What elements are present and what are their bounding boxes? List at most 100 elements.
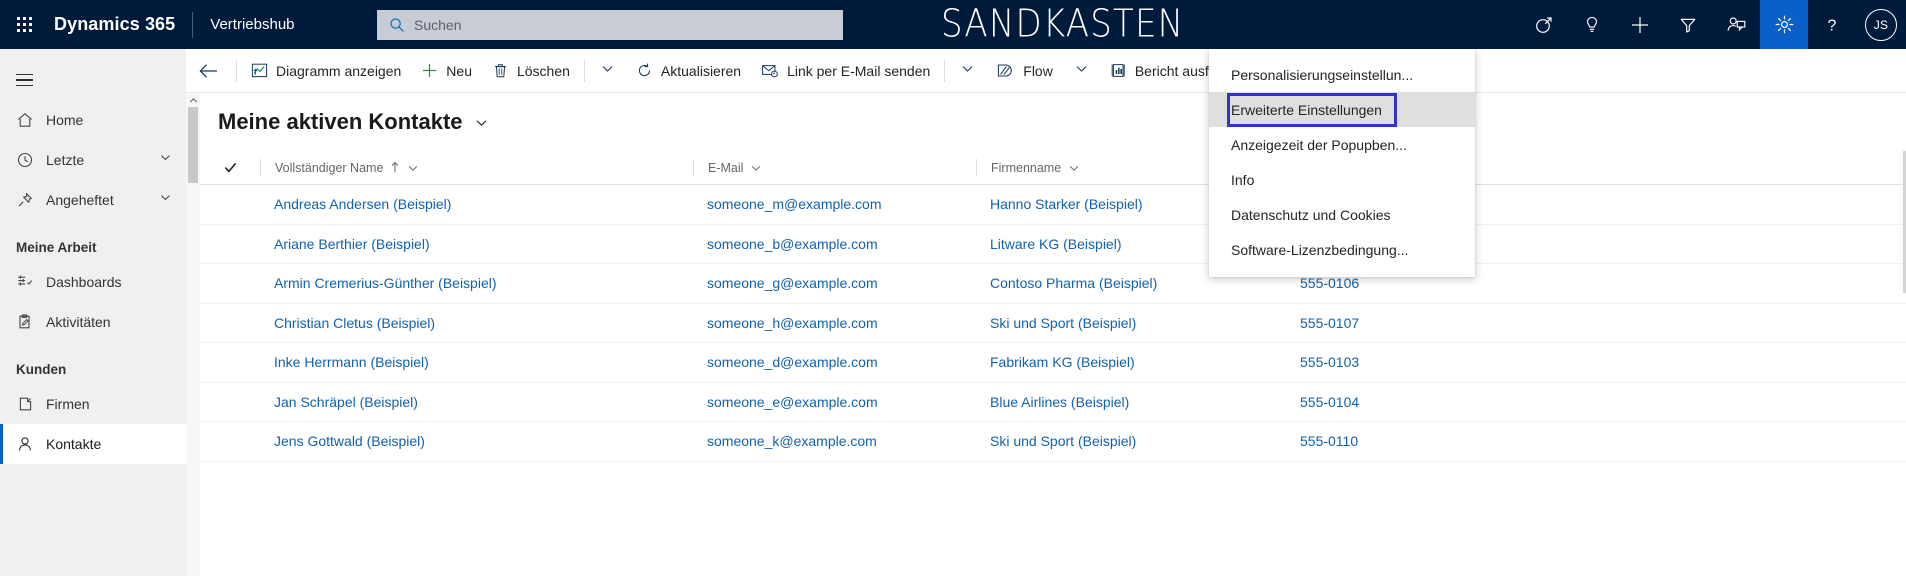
command-email-overflow[interactable] (949, 49, 986, 93)
command-delete[interactable]: Löschen (482, 49, 580, 93)
cell-phone[interactable]: 555-0103 (1286, 354, 1546, 370)
sidebar-item-contacts[interactable]: Kontakte (0, 424, 186, 464)
scroll-thumb[interactable] (188, 107, 198, 183)
sidebar-item-label: Firmen (46, 396, 90, 412)
company-icon (16, 395, 38, 413)
cell-email[interactable]: someone_h@example.com (693, 315, 976, 331)
cell-phone[interactable]: 555-0107 (1286, 315, 1546, 331)
column-label: Firmenname (991, 160, 1062, 175)
ideas-button[interactable] (1568, 0, 1616, 49)
scroll-up-button[interactable] (186, 93, 200, 107)
command-delete-overflow[interactable] (589, 49, 626, 93)
cell-company[interactable]: Fabrikam KG (Beispiel) (976, 354, 1286, 370)
command-flow-overflow[interactable] (1063, 49, 1100, 93)
chevron-down-icon[interactable] (159, 151, 172, 169)
sidebar-item-pinned[interactable]: Angeheftet (0, 180, 186, 220)
plus-icon (1629, 14, 1651, 36)
cell-company[interactable]: Contoso Pharma (Beispiel) (976, 275, 1286, 291)
cell-name[interactable]: Armin Cremerius-Günther (Beispiel) (260, 275, 693, 291)
assistant-button[interactable] (1712, 0, 1760, 49)
cell-email[interactable]: someone_e@example.com (693, 394, 976, 410)
cell-name[interactable]: Jan Schräpel (Beispiel) (260, 394, 693, 410)
command-email-link[interactable]: Link per E-Mail senden (751, 49, 940, 93)
filter-icon (1678, 15, 1698, 35)
command-show-chart[interactable]: Diagramm anzeigen (241, 49, 411, 93)
table-row[interactable]: Andreas Andersen (Beispiel) someone_m@ex… (200, 185, 1906, 225)
menu-item-about[interactable]: Info (1209, 162, 1475, 197)
app-launcher-button[interactable] (0, 0, 48, 49)
cell-email[interactable]: someone_g@example.com (693, 275, 976, 291)
cell-email[interactable]: someone_d@example.com (693, 354, 976, 370)
command-flow[interactable]: Flow (986, 49, 1063, 93)
menu-item-advanced-settings[interactable]: Erweiterte Einstellungen (1209, 92, 1475, 127)
chart-icon (251, 62, 268, 79)
product-brand[interactable]: Dynamics 365 (54, 14, 175, 35)
table-row[interactable]: Armin Cremerius-Günther (Beispiel) someo… (200, 264, 1906, 304)
filter-button[interactable] (1664, 0, 1712, 49)
cell-phone[interactable]: 555-0106 (1286, 275, 1546, 291)
column-label: E-Mail (708, 160, 744, 175)
cell-name[interactable]: Ariane Berthier (Beispiel) (260, 236, 693, 252)
table-row[interactable]: Jens Gottwald (Beispiel) someone_k@examp… (200, 422, 1906, 462)
cell-phone[interactable]: 555-0104 (1286, 394, 1546, 410)
page-title: Meine aktiven Kontakte (218, 109, 463, 134)
command-separator (583, 59, 585, 82)
column-header-email[interactable]: E-Mail (693, 159, 976, 176)
cell-email[interactable]: someone_k@example.com (693, 433, 976, 449)
select-all-checkbox[interactable] (200, 160, 260, 175)
chevron-down-icon[interactable] (1068, 162, 1080, 174)
sidebar-item-label: Letzte (46, 152, 85, 168)
table-row[interactable]: Jan Schräpel (Beispiel) someone_e@exampl… (200, 383, 1906, 422)
table-row[interactable]: Ariane Berthier (Beispiel) someone_b@exa… (200, 225, 1906, 264)
cell-company[interactable]: Ski und Sport (Beispiel) (976, 315, 1286, 331)
user-avatar-button[interactable]: JS (1856, 0, 1906, 49)
sidebar-item-dashboards[interactable]: Dashboards (0, 262, 186, 302)
cell-company[interactable]: Blue Airlines (Beispiel) (976, 394, 1286, 410)
cell-name[interactable]: Andreas Andersen (Beispiel) (260, 196, 693, 212)
chevron-down-icon[interactable] (407, 162, 419, 174)
cell-email[interactable]: someone_m@example.com (693, 196, 976, 212)
list-scrollbar[interactable] (186, 93, 200, 576)
relationship-assistant-button[interactable] (1520, 0, 1568, 49)
app-name[interactable]: Vertriebshub (210, 16, 294, 33)
column-header-name[interactable]: Vollständiger Name (260, 159, 693, 176)
menu-item-popup-display-time[interactable]: Anzeigezeit der Popupben... (1209, 127, 1475, 162)
command-separator (944, 59, 946, 82)
column-label: Vollständiger Name (275, 160, 384, 175)
chevron-down-icon (600, 61, 615, 81)
settings-button[interactable] (1760, 0, 1808, 49)
checkmark-icon (224, 162, 236, 173)
command-refresh[interactable]: Aktualisieren (626, 49, 751, 93)
sidebar-item-home[interactable]: Home (0, 100, 186, 140)
cell-name[interactable]: Inke Herrmann (Beispiel) (260, 354, 693, 370)
command-new[interactable]: Neu (411, 49, 482, 93)
avatar: JS (1865, 8, 1897, 41)
sidebar-item-accounts[interactable]: Firmen (0, 384, 186, 424)
table-row[interactable]: Inke Herrmann (Beispiel) someone_d@examp… (200, 343, 1906, 383)
sidebar-item-recent[interactable]: Letzte (0, 140, 186, 180)
chevron-down-icon[interactable] (159, 191, 172, 209)
cell-phone[interactable]: 555-0110 (1286, 433, 1546, 449)
cell-name[interactable]: Christian Cletus (Beispiel) (260, 315, 693, 331)
sidebar-item-activities[interactable]: Aktivitäten (0, 302, 186, 342)
back-button[interactable] (186, 49, 232, 93)
nav-divider (192, 11, 194, 38)
chevron-down-icon[interactable] (750, 162, 762, 174)
cell-email[interactable]: someone_b@example.com (693, 236, 976, 252)
menu-item-personalization[interactable]: Personalisierungseinstellun... (1209, 57, 1475, 92)
quick-create-button[interactable] (1616, 0, 1664, 49)
refresh-icon (636, 62, 653, 79)
help-button[interactable]: ? (1808, 0, 1856, 49)
sitemap-toggle-button[interactable] (0, 60, 186, 100)
trash-icon (492, 62, 509, 79)
global-search[interactable]: Suchen (377, 10, 843, 40)
view-selector-button[interactable] (474, 115, 489, 130)
menu-item-label: Datenschutz und Cookies (1231, 206, 1391, 223)
cell-company[interactable]: Ski und Sport (Beispiel) (976, 433, 1286, 449)
menu-item-license-terms[interactable]: Software-Lizenzbedingung... (1209, 232, 1475, 267)
table-row[interactable]: Christian Cletus (Beispiel) someone_h@ex… (200, 304, 1906, 343)
cell-name[interactable]: Jens Gottwald (Beispiel) (260, 433, 693, 449)
command-separator (236, 59, 237, 82)
command-label: Link per E-Mail senden (787, 62, 931, 79)
menu-item-privacy-cookies[interactable]: Datenschutz und Cookies (1209, 197, 1475, 232)
